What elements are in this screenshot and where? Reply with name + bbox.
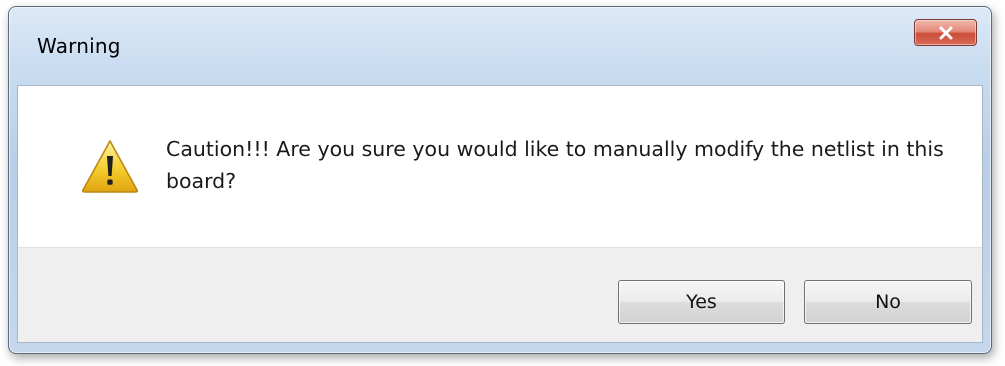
dialog-client: Caution!!! Are you sure you would like t… <box>17 85 983 343</box>
titlebar[interactable]: Warning <box>9 7 991 85</box>
window-title: Warning <box>37 34 121 58</box>
warning-message: Caution!!! Are you sure you would like t… <box>166 137 944 193</box>
warning-dialog: Warning Caution!!! Are you sure you woul… <box>8 6 992 354</box>
no-button[interactable]: No <box>804 280 972 324</box>
button-bar: Yes No <box>18 247 982 342</box>
warning-icon <box>81 140 139 193</box>
message-area: Caution!!! Are you sure you would like t… <box>18 86 982 247</box>
close-button[interactable] <box>914 19 977 46</box>
yes-button[interactable]: Yes <box>618 280 785 324</box>
close-icon <box>938 26 954 40</box>
